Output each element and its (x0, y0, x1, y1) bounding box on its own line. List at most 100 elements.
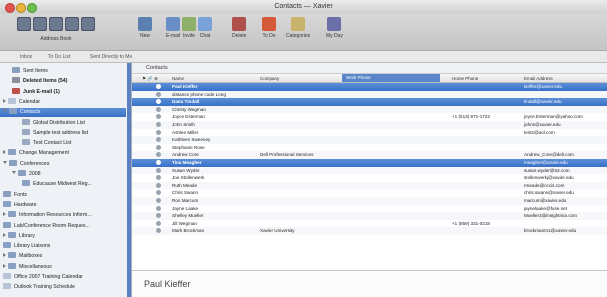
folder-icon (8, 211, 16, 218)
view-icon[interactable] (49, 17, 63, 31)
contact-row[interactable]: Ashlee Miller test2@aol.com (132, 129, 607, 137)
toolbar-item-invite[interactable]: Invite (182, 17, 196, 39)
contact-row[interactable]: John Smith johns@xavier.edu (132, 120, 607, 129)
toolbar-item-delete[interactable]: Delete (232, 17, 246, 39)
view-icon[interactable] (65, 17, 79, 31)
folder-icon (8, 252, 16, 259)
sidebar-item[interactable]: Sample test address list (22, 128, 126, 138)
contacts-icon (9, 108, 17, 115)
nav-todo-list[interactable]: To Do List (48, 54, 70, 60)
nav-inbox[interactable]: Inbox (20, 54, 32, 60)
nav-bar: Inbox To Do List Sent Directly to Me (0, 51, 607, 63)
contact-icon (156, 106, 161, 112)
sidebar-item[interactable]: Contacts (0, 108, 126, 118)
contact-row[interactable]: Ruth Meade rmeade@cccis.com (132, 181, 607, 190)
contact-row[interactable]: Christy Wegman (132, 105, 607, 114)
disclosure-closed-icon[interactable] (3, 232, 6, 237)
contact-icon (156, 129, 161, 135)
sidebar-item[interactable]: Educause Midwest Reg... (22, 180, 126, 189)
sidebar-item-label: Conferences (20, 160, 50, 167)
disclosure-closed-icon[interactable] (3, 98, 6, 103)
toolbar-item-new[interactable]: New (138, 17, 152, 39)
sidebar-item[interactable]: Calendar (3, 97, 126, 107)
column-work-phone[interactable]: Work Phone (342, 74, 440, 82)
sidebar-item[interactable]: Office 2007 Training Calendar (3, 273, 126, 282)
chat-icon (198, 17, 212, 31)
toolbar-item-my-day[interactable]: My Day (326, 17, 343, 39)
delete-icon (232, 17, 247, 31)
toolbar-item-chat[interactable]: Chat (198, 17, 212, 39)
address-book-label: Address Book (40, 36, 72, 42)
sidebar-item[interactable]: Sent Items (12, 67, 126, 76)
email-icon (166, 17, 181, 31)
column-company[interactable]: Company (260, 76, 279, 81)
contact-row[interactable]: Chris Swann chris.swann@xavier.edu (132, 189, 607, 197)
view-icon[interactable] (81, 17, 95, 31)
sidebar-item[interactable]: Change Management (3, 149, 126, 158)
contact-row[interactable]: Susan Wyder susan.wyder@53.com (132, 166, 607, 175)
disclosure-closed-icon[interactable] (3, 263, 6, 268)
disclosure-closed-icon[interactable] (3, 212, 6, 217)
sidebar-item[interactable]: Conferences (3, 159, 126, 169)
disclosure-closed-icon[interactable] (3, 150, 6, 155)
sidebar-item[interactable]: Lab/Conference Room Reques... (3, 221, 126, 231)
folder-icon (3, 242, 11, 249)
nav-sent-directly[interactable]: Sent Directly to Me (90, 54, 132, 60)
contact-row[interactable]: Dana Tindall tindall@xavier.edu (132, 98, 607, 106)
contact-row[interactable]: Jill Wegman +1 (859) 331-0218 (132, 220, 607, 228)
toolbar-item-label: Invite (183, 33, 195, 39)
contact-email: chris.swann@xavier.edu (524, 190, 574, 196)
sidebar-item[interactable]: Outlook Training Schedule (3, 283, 126, 292)
column-home-phone[interactable]: Home Phone (452, 76, 478, 81)
contact-name: Paul Kieffer (172, 84, 198, 89)
contact-row[interactable]: Tina Meagher meagher@xavier.edu (132, 158, 607, 167)
contact-row[interactable]: Stephanie Rose (132, 144, 607, 152)
contact-icon (156, 205, 161, 211)
sidebar-item[interactable]: Hardware (3, 200, 126, 210)
contact-row[interactable]: Joyce Esterman +1 (513) 871-1722 joyce.Est… (132, 113, 607, 121)
sidebar-item[interactable]: 2008 (12, 170, 126, 179)
sidebar-item[interactable]: Information Resources Inform... (3, 211, 126, 220)
contact-icon (156, 228, 161, 234)
address-book-group[interactable]: Address Book (14, 17, 98, 49)
contact-row[interactable]: distance phone code Long (132, 90, 607, 99)
contact-row[interactable]: Joe Stollenwerk stollenwerkj@xavier.edu (132, 174, 607, 182)
sidebar-item[interactable]: Library (3, 231, 126, 241)
sidebar-item[interactable]: Library Liaisons (3, 242, 126, 251)
contact-row[interactable]: Ron Marcum marcum@xavier.edu (132, 196, 607, 205)
disclosure-closed-icon[interactable] (3, 253, 6, 258)
disclosure-open-icon[interactable] (3, 109, 7, 113)
sidebar-item[interactable]: Global Distribution List (22, 118, 126, 128)
sidebar-item[interactable]: Junk E-mail (1) (12, 87, 126, 97)
contact-row[interactable]: Paul Kieffer kieffer@xavier.edu (132, 83, 607, 91)
contact-row[interactable]: Kathleen Sweeney (132, 136, 607, 144)
disclosure-open-icon[interactable] (3, 160, 7, 164)
column-name[interactable]: Name (172, 76, 184, 81)
contact-row[interactable]: Andrew Core Dell Professional Services And… (132, 151, 607, 159)
contact-email: kieffer@xavier.edu (524, 84, 563, 89)
sidebar-item[interactable]: Miscellaneous (3, 262, 126, 272)
column-icons[interactable]: ⚑ 🔗 ⊕ (142, 76, 158, 82)
contact-name: Christy Wegman (172, 106, 206, 112)
disclosure-open-icon[interactable] (12, 171, 16, 174)
sidebar-item[interactable]: Deleted Items (54) (12, 77, 126, 86)
sidebar-scrollbar[interactable] (127, 63, 131, 297)
folder-icon (8, 231, 16, 238)
sidebar-item[interactable]: Fonts (3, 190, 126, 200)
sidebar-item[interactable]: Mailboxes (3, 252, 126, 261)
view-icon[interactable] (17, 17, 31, 31)
sidebar-item-label: Library (19, 232, 35, 239)
contact-email: Mueller3@insightmia.com (524, 213, 577, 219)
sidebar-item[interactable]: Test Contact List (22, 139, 126, 148)
toolbar-item-label: E-mail (166, 33, 181, 39)
folder-icon (9, 159, 17, 166)
view-icon[interactable] (33, 17, 47, 31)
toolbar-item-categories[interactable]: Categories (286, 17, 310, 39)
column-email[interactable]: Email Address (524, 76, 553, 81)
contact-row[interactable]: Jayne Laake jaynelaake@fuse.net (132, 205, 607, 213)
sidebar-item-label: Change Management (19, 150, 69, 157)
toolbar-item-to-do[interactable]: To Do (262, 17, 276, 39)
contact-row[interactable]: Shelley Mueller Mueller3@insightmia.com (132, 212, 607, 220)
contact-row[interactable]: Mark Brockman Xavier University brockmanm1… (132, 227, 607, 235)
toolbar-item-e-mail[interactable]: E-mail (166, 17, 180, 39)
